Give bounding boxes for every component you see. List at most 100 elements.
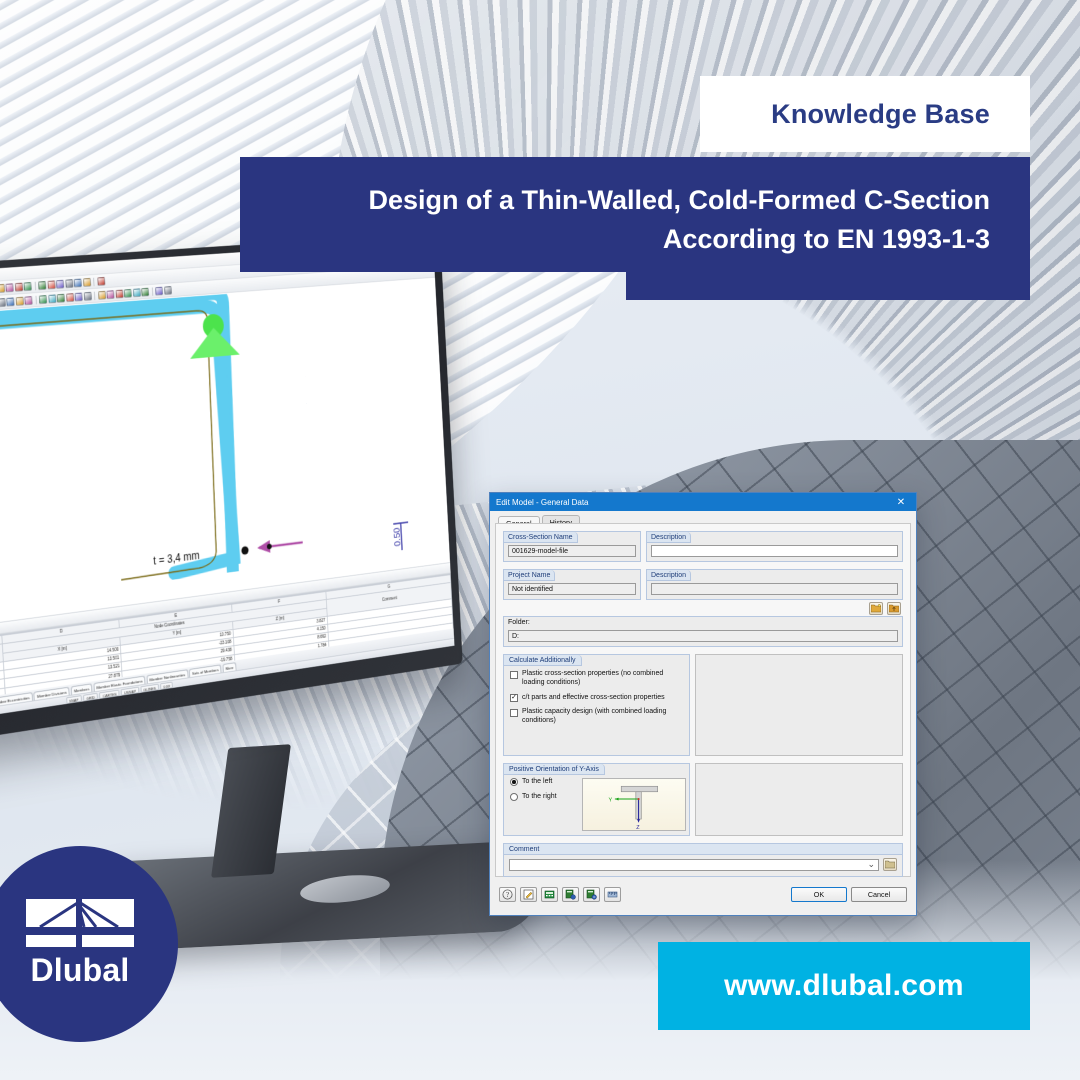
edit-model-dialog[interactable]: Edit Model - General Data ✕ General Hist… xyxy=(489,492,917,916)
svg-text:Y: Y xyxy=(609,797,613,803)
checkbox-icon[interactable] xyxy=(510,670,518,679)
toolbar-button[interactable] xyxy=(56,279,65,289)
toolbar-button[interactable] xyxy=(47,279,56,289)
toolbar-separator xyxy=(93,277,95,286)
svg-text:Z: Z xyxy=(636,825,640,830)
comment-group: Comment ⌄ xyxy=(503,843,903,877)
project-description-input[interactable] xyxy=(651,583,898,595)
cad-status-toggle[interactable]: DXF xyxy=(160,681,174,690)
toolbar-button[interactable] xyxy=(15,296,24,306)
calculate-option-row[interactable]: Plastic cross-section properties (no com… xyxy=(510,670,683,688)
t-section-preview: Y Z xyxy=(582,778,686,831)
article-title-line-1: Design of a Thin-Walled, Cold-Formed C-S… xyxy=(368,185,990,216)
save-folder-icon[interactable] xyxy=(887,602,901,615)
dimension-label: 0.50 xyxy=(393,527,403,547)
toolbar-button[interactable] xyxy=(74,292,83,302)
radio-icon[interactable] xyxy=(510,778,518,786)
folder-label: Folder: xyxy=(504,617,534,628)
toolbar-button[interactable] xyxy=(56,293,65,303)
cross-section-row: Cross-Section Name 001629-model-file Des… xyxy=(503,531,903,562)
checkbox-icon[interactable]: ✓ xyxy=(510,694,518,702)
toolbar-button[interactable] xyxy=(0,283,5,293)
calculator-icon[interactable] xyxy=(541,886,558,902)
cad-status-toggle[interactable]: GRID xyxy=(83,692,99,701)
toolbar-button[interactable] xyxy=(38,294,48,304)
cancel-button[interactable]: Cancel xyxy=(851,886,907,902)
cad-status-toggle[interactable]: USNAP xyxy=(120,686,139,696)
knowledge-base-banner: Knowledge Base xyxy=(700,76,1030,152)
radio-icon[interactable] xyxy=(510,792,518,801)
cad-status-toggle[interactable]: GLINES xyxy=(140,683,159,693)
chevron-down-icon[interactable]: ⌄ xyxy=(867,859,875,870)
ok-button[interactable]: OK xyxy=(791,886,847,902)
edit-icon[interactable] xyxy=(520,886,537,902)
toolbar-button[interactable] xyxy=(73,278,82,288)
toolbar-button[interactable] xyxy=(38,280,47,290)
toolbar-button[interactable] xyxy=(96,276,105,286)
cad-application: Window Help – ▭ ✕ xyxy=(0,239,454,753)
project-name-input[interactable]: Not identified xyxy=(508,583,636,595)
toolbar-button[interactable] xyxy=(6,297,15,307)
folder-input[interactable]: D: xyxy=(508,630,898,642)
calculate-option-row[interactable]: Plastic capacity design (with combined l… xyxy=(510,708,683,726)
cross-section-name-field: Cross-Section Name 001629-model-file xyxy=(503,531,641,562)
orientation-option-label: To the right xyxy=(522,792,557,800)
toolbar-button[interactable] xyxy=(141,287,150,297)
checkbox-icon[interactable] xyxy=(510,708,518,717)
dialog-body: Cross-Section Name 001629-model-file Des… xyxy=(495,523,911,877)
dialog-titlebar[interactable]: Edit Model - General Data ✕ xyxy=(490,493,916,511)
comment-picker-icon[interactable] xyxy=(883,858,897,871)
orientation-label: Positive Orientation of Y-Axis xyxy=(504,764,605,775)
units-icon[interactable] xyxy=(604,886,621,902)
help-icon[interactable]: ? xyxy=(499,886,516,902)
toolbar-separator xyxy=(93,291,96,300)
toolbar-button[interactable] xyxy=(83,291,92,301)
orientation-option-row[interactable]: To the left xyxy=(510,778,582,787)
comment-input[interactable]: ⌄ xyxy=(509,858,879,871)
toolbar-button[interactable] xyxy=(64,278,74,288)
toolbar-button[interactable] xyxy=(65,292,74,302)
svg-text:?: ? xyxy=(506,891,509,899)
close-icon[interactable]: ✕ xyxy=(892,497,910,508)
toolbar-button[interactable] xyxy=(106,289,115,299)
dlubal-logo-mark xyxy=(26,899,134,947)
open-folder-icon[interactable] xyxy=(869,602,883,615)
article-title-banner: Design of a Thin-Walled, Cold-Formed C-S… xyxy=(240,157,1030,272)
toolbar-button[interactable] xyxy=(23,281,32,291)
toolbar-button[interactable] xyxy=(82,277,91,287)
toolbar-button[interactable] xyxy=(132,287,141,297)
cad-status-toggle[interactable]: CARTES xyxy=(99,689,120,699)
toolbar-button[interactable] xyxy=(155,286,163,296)
cross-section-description-field: Description xyxy=(646,531,903,562)
toolbar-button[interactable] xyxy=(123,288,132,298)
toolbar-button[interactable] xyxy=(47,294,57,303)
calculate-option-label: c/t parts and effective cross-section pr… xyxy=(522,693,665,701)
cross-section-description-input[interactable] xyxy=(651,545,898,557)
monitor-screen: Window Help – ▭ ✕ xyxy=(0,239,454,753)
project-row: Project Name Not identified Description xyxy=(503,569,903,600)
orientation-options[interactable]: To the left To the right xyxy=(504,778,582,835)
toolbar-button[interactable] xyxy=(24,295,33,305)
toolbar-button[interactable] xyxy=(97,290,106,300)
export-icon[interactable] xyxy=(583,886,600,902)
orientation-option-row[interactable]: To the right xyxy=(510,792,582,802)
orientation-preview-pane xyxy=(695,763,903,836)
toolbar-button[interactable] xyxy=(0,297,6,307)
website-url-banner[interactable]: www.dlubal.com xyxy=(658,942,1030,1030)
support-right xyxy=(188,313,240,359)
orientation-row: Positive Orientation of Y-Axis To the le… xyxy=(503,763,903,836)
cad-status-toggle[interactable]: SNAP xyxy=(65,694,82,704)
toolbar-button[interactable] xyxy=(163,285,172,295)
project-name-label: Project Name xyxy=(504,570,556,581)
project-description-label: Description xyxy=(647,570,692,581)
orientation-option-label: To the left xyxy=(522,778,553,785)
toolbar-button[interactable] xyxy=(5,282,14,292)
dialog-title: Edit Model - General Data xyxy=(496,497,589,507)
cross-section-description-label: Description xyxy=(647,532,692,543)
cross-section-name-input[interactable]: 001629-model-file xyxy=(508,545,636,557)
import-icon[interactable] xyxy=(562,886,579,902)
toolbar-button[interactable] xyxy=(14,282,23,292)
calculate-option-row[interactable]: ✓ c/t parts and effective cross-section p… xyxy=(510,694,683,703)
knowledge-base-label: Knowledge Base xyxy=(771,98,990,129)
toolbar-button[interactable] xyxy=(115,289,124,299)
